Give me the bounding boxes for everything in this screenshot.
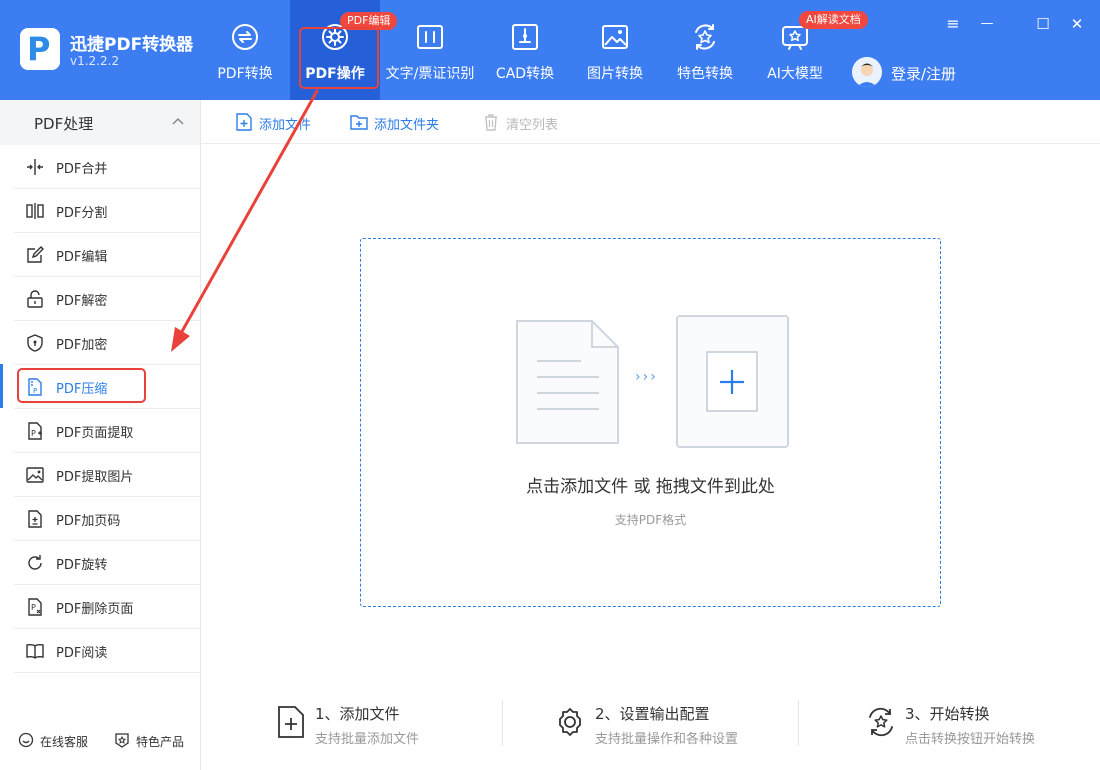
add-file-label: 添加文件 bbox=[259, 118, 312, 133]
sidebar-item-label: PDF合并 bbox=[56, 162, 108, 177]
badge-ai-read: AI解读文档 bbox=[799, 11, 868, 29]
nav-cad[interactable]: CAD转换 bbox=[480, 0, 570, 100]
sidebar-item-delete-page[interactable]: P PDF删除页面 bbox=[14, 585, 200, 629]
sidebar-annotation-box bbox=[17, 368, 146, 403]
avatar[interactable] bbox=[852, 57, 882, 87]
image-icon bbox=[602, 25, 628, 49]
svg-text:P: P bbox=[31, 603, 36, 612]
image-extract-icon bbox=[26, 467, 44, 483]
sidebar-item-label: PDF页面提取 bbox=[56, 426, 134, 441]
sidebar-item-label: PDF编辑 bbox=[56, 250, 108, 265]
split-icon bbox=[26, 203, 44, 219]
add-folder-label: 添加文件夹 bbox=[374, 118, 440, 133]
sidebar-item-label: PDF提取图片 bbox=[56, 470, 134, 485]
sidebar-item-label: PDF解密 bbox=[56, 294, 108, 309]
nav-pdf-convert[interactable]: PDF转换 bbox=[200, 0, 290, 100]
add-file-target-icon bbox=[676, 315, 789, 448]
shield-icon bbox=[27, 334, 43, 352]
add-folder-icon bbox=[350, 115, 368, 130]
add-file-icon bbox=[278, 706, 304, 738]
title-bar: P 迅捷PDF转换器 v1.2.2.2 PDF转换 PDF操作 文字/票证识别 bbox=[0, 0, 1100, 100]
step-description: 支持批量操作和各种设置 bbox=[595, 732, 739, 747]
chat-icon bbox=[18, 732, 34, 748]
rotate-icon bbox=[28, 555, 42, 570]
nav-label: 特色转换 bbox=[677, 66, 733, 82]
merge-icon bbox=[27, 159, 43, 175]
sidebar-item-label: PDF旋转 bbox=[56, 558, 108, 573]
nav-annotation-box bbox=[299, 27, 379, 89]
book-icon bbox=[26, 644, 44, 659]
nav-special[interactable]: 特色转换 bbox=[660, 0, 750, 100]
nav-label: PDF转换 bbox=[217, 66, 273, 82]
user-avatar-icon bbox=[852, 57, 882, 87]
sidebar-item-extract-image[interactable]: PDF提取图片 bbox=[14, 453, 200, 497]
sidebar: PDF处理 PDF合并 PDF分割 PDF编辑 PDF解密 PDF加密 P PD… bbox=[0, 100, 201, 770]
special-icon bbox=[695, 24, 715, 50]
app-version: v1.2.2.2 bbox=[70, 54, 120, 68]
ocr-icon bbox=[417, 25, 443, 49]
step-title: 1、添加文件 bbox=[315, 705, 400, 723]
logo-letter: P bbox=[27, 30, 51, 68]
step-title: 3、开始转换 bbox=[905, 705, 990, 723]
page-extract-icon: P bbox=[28, 422, 43, 440]
sidebar-item-read[interactable]: PDF阅读 bbox=[14, 629, 200, 673]
menu-icon[interactable]: ≡ bbox=[943, 14, 963, 34]
page-number-icon bbox=[28, 510, 42, 528]
delete-page-icon: P bbox=[28, 598, 42, 616]
drop-zone-instruction: 点击添加文件 或 拖拽文件到此处 bbox=[526, 477, 775, 497]
sidebar-item-encrypt[interactable]: PDF加密 bbox=[14, 321, 200, 365]
toolbar: 添加文件 添加文件夹 清空列表 bbox=[201, 100, 1100, 144]
sidebar-item-merge[interactable]: PDF合并 bbox=[14, 145, 200, 189]
file-drop-zone[interactable]: ››› 点击添加文件 或 拖拽文件到此处 支持PDF格式 bbox=[360, 238, 941, 607]
sidebar-item-unlock[interactable]: PDF解密 bbox=[14, 277, 200, 321]
sidebar-section-header[interactable]: PDF处理 bbox=[0, 100, 200, 145]
trash-icon bbox=[485, 114, 497, 131]
document-illustration-icon bbox=[516, 320, 619, 444]
sidebar-item-label: PDF分割 bbox=[56, 206, 108, 221]
step-divider bbox=[502, 700, 503, 746]
maximize-button[interactable]: ☐ bbox=[1033, 14, 1053, 34]
clear-list-label: 清空列表 bbox=[506, 118, 559, 133]
flow-chevrons: ››› bbox=[635, 369, 658, 385]
cad-icon bbox=[512, 24, 538, 50]
nav-label: 文字/票证识别 bbox=[385, 66, 475, 82]
edit-icon bbox=[27, 246, 44, 263]
step-description: 支持批量添加文件 bbox=[315, 732, 420, 747]
active-indicator bbox=[0, 364, 3, 408]
add-file-icon bbox=[236, 113, 252, 131]
featured-products-label: 特色产品 bbox=[136, 735, 185, 749]
nav-label: AI大模型 bbox=[767, 66, 823, 82]
sidebar-item-page-extract[interactable]: P PDF页面提取 bbox=[14, 409, 200, 453]
sidebar-item-edit[interactable]: PDF编辑 bbox=[14, 233, 200, 277]
chevron-up-icon bbox=[172, 117, 184, 125]
app-logo: P bbox=[20, 28, 60, 70]
step-description: 点击转换按钮开始转换 bbox=[905, 732, 1036, 747]
step-divider bbox=[798, 700, 799, 746]
login-register-link[interactable]: 登录/注册 bbox=[891, 63, 956, 84]
sidebar-item-label: PDF加密 bbox=[56, 338, 108, 353]
sidebar-section-title: PDF处理 bbox=[34, 115, 94, 133]
minimize-button[interactable]: — bbox=[977, 14, 997, 34]
sidebar-item-page-number[interactable]: PDF加页码 bbox=[14, 497, 200, 541]
svg-text:P: P bbox=[31, 429, 36, 438]
nav-image[interactable]: 图片转换 bbox=[570, 0, 660, 100]
drop-zone-format-hint: 支持PDF格式 bbox=[614, 513, 687, 527]
sidebar-item-rotate[interactable]: PDF旋转 bbox=[14, 541, 200, 585]
sidebar-item-label: PDF阅读 bbox=[56, 646, 108, 661]
sidebar-item-split[interactable]: PDF分割 bbox=[14, 189, 200, 233]
nav-label: CAD转换 bbox=[495, 66, 555, 82]
nav-label: 图片转换 bbox=[587, 66, 643, 82]
online-service-label: 在线客服 bbox=[40, 735, 89, 749]
sidebar-item-label: PDF删除页面 bbox=[56, 602, 134, 617]
convert-icon bbox=[869, 707, 893, 737]
gear-icon bbox=[559, 708, 581, 736]
app-title: 迅捷PDF转换器 bbox=[70, 35, 194, 55]
step-title: 2、设置输出配置 bbox=[595, 705, 710, 723]
close-button[interactable]: ✕ bbox=[1067, 14, 1087, 34]
badge-star-icon bbox=[115, 733, 129, 748]
unlock-icon bbox=[27, 290, 43, 308]
pdf-convert-icon bbox=[232, 24, 258, 50]
sidebar-item-label: PDF加页码 bbox=[56, 514, 121, 529]
